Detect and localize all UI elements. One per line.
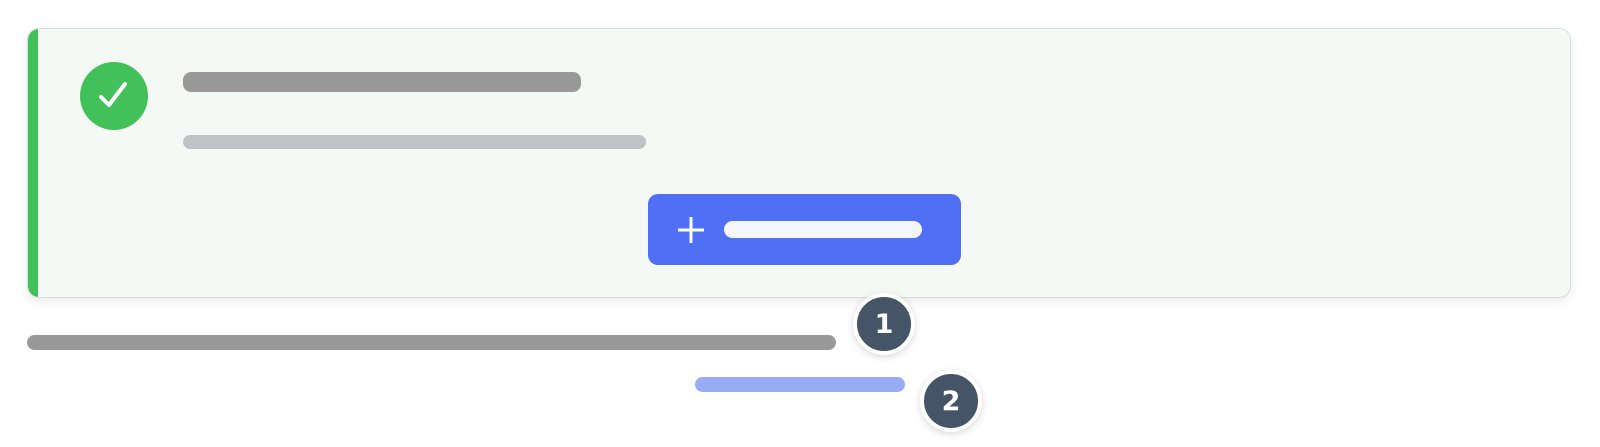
footer-link[interactable] xyxy=(695,377,905,392)
footer-text xyxy=(27,335,836,350)
success-card xyxy=(27,28,1571,298)
add-button[interactable] xyxy=(648,194,961,265)
check-icon xyxy=(94,76,134,116)
card-accent-bar xyxy=(28,29,38,297)
card-subtitle xyxy=(183,135,646,149)
plus-icon xyxy=(678,217,704,243)
add-button-label xyxy=(724,221,922,238)
step-marker-2: 2 xyxy=(920,370,982,432)
card-title xyxy=(183,72,581,92)
success-status-icon xyxy=(80,62,148,130)
step-marker-1: 1 xyxy=(853,293,915,355)
